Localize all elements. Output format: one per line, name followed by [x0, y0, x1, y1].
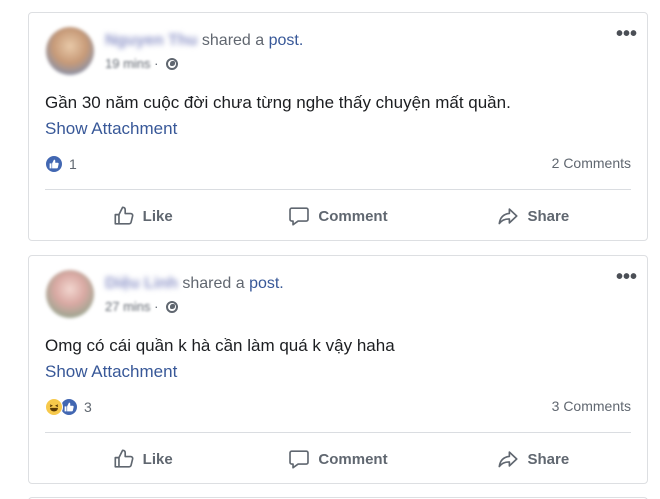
thumbs-up-icon [114, 449, 134, 468]
reaction-count: 3 [84, 399, 92, 415]
share-label: Share [527, 207, 570, 225]
comments-count[interactable]: 3 Comments [552, 398, 631, 414]
post-text: Omg có cái quần k hà cần làm quá k vậy h… [45, 336, 395, 355]
post-link[interactable]: post. [249, 275, 284, 292]
reactions-summary[interactable]: 1 [45, 155, 77, 173]
comment-bubble-icon [289, 450, 310, 469]
more-options-icon[interactable]: ••• [616, 267, 637, 287]
post-card: Diệu Linh shared a post. 27 mins · ••• O… [28, 255, 648, 484]
comment-bubble-icon [289, 207, 310, 226]
thumbs-up-icon [114, 206, 134, 225]
comment-label: Comment [318, 207, 388, 225]
haha-reaction-icon [45, 398, 63, 416]
share-arrow-icon [498, 208, 519, 225]
divider [45, 189, 631, 190]
show-attachment-link[interactable]: Show Attachment [45, 362, 177, 382]
post-header: Nguyen Thu shared a post. 19 mins · ••• [29, 13, 647, 83]
show-attachment-link[interactable]: Show Attachment [45, 119, 177, 139]
globe-icon[interactable] [166, 58, 179, 70]
post-stats: 3 3 Comments [45, 396, 631, 420]
shared-text: shared a [201, 32, 265, 49]
like-reaction-icon [45, 155, 63, 173]
like-button[interactable]: Like [45, 197, 240, 235]
share-button[interactable]: Share [436, 440, 631, 478]
author-name[interactable]: Nguyen Thu [105, 31, 197, 51]
comment-button[interactable]: Comment [240, 197, 435, 235]
like-label: Like [142, 207, 173, 225]
globe-icon[interactable] [166, 301, 179, 313]
like-label: Like [142, 450, 173, 468]
post-author-line: Nguyen Thu shared a post. [105, 31, 303, 51]
share-label: Share [527, 450, 570, 468]
comments-count[interactable]: 2 Comments [552, 155, 631, 171]
post-card: Nguyen Thu shared a post. 19 mins · ••• … [28, 12, 648, 241]
author-name[interactable]: Diệu Linh [105, 274, 178, 294]
avatar[interactable] [46, 27, 94, 75]
post-meta: 27 mins · [105, 299, 179, 315]
divider [45, 432, 631, 433]
post-actions: Like Comment Share [45, 197, 631, 235]
avatar[interactable] [46, 270, 94, 318]
reactions-summary[interactable]: 3 [45, 398, 92, 416]
post-link[interactable]: post. [269, 32, 304, 49]
share-button[interactable]: Share [436, 197, 631, 235]
post-timestamp[interactable]: 27 mins [105, 299, 151, 315]
post-timestamp[interactable]: 19 mins [105, 56, 151, 72]
post-stats: 1 2 Comments [45, 153, 631, 177]
news-feed: Nguyen Thu shared a post. 19 mins · ••• … [0, 0, 660, 499]
post-text: Gần 30 năm cuộc đời chưa từng nghe thấy … [45, 93, 511, 112]
shared-text: shared a [182, 275, 245, 292]
like-button[interactable]: Like [45, 440, 240, 478]
more-options-icon[interactable]: ••• [616, 24, 637, 44]
post-header: Diệu Linh shared a post. 27 mins · ••• [29, 256, 647, 326]
share-arrow-icon [498, 451, 519, 468]
meta-separator: · [154, 299, 159, 314]
meta-separator: · [154, 56, 159, 71]
comment-button[interactable]: Comment [240, 440, 435, 478]
post-meta: 19 mins · [105, 56, 179, 72]
reaction-count: 1 [69, 156, 77, 172]
post-author-line: Diệu Linh shared a post. [105, 274, 284, 294]
post-actions: Like Comment Share [45, 440, 631, 478]
comment-label: Comment [318, 450, 388, 468]
